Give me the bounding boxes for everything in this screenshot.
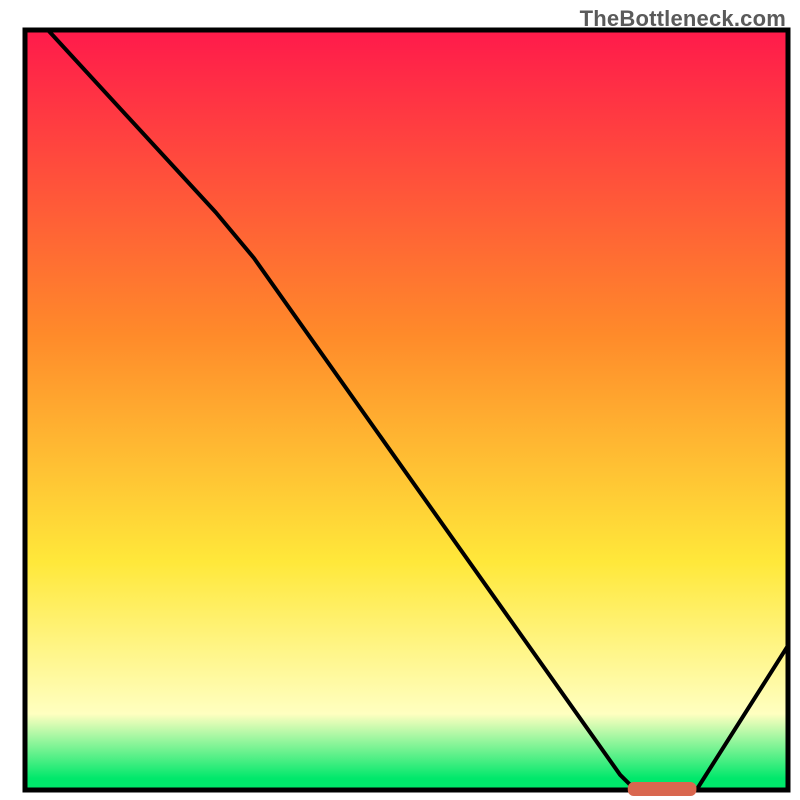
watermark-text: TheBottleneck.com — [580, 6, 786, 32]
chart-container: TheBottleneck.com — [0, 0, 800, 800]
plot-background — [25, 30, 788, 790]
chart-svg — [0, 0, 800, 800]
optimum-marker — [628, 782, 697, 796]
